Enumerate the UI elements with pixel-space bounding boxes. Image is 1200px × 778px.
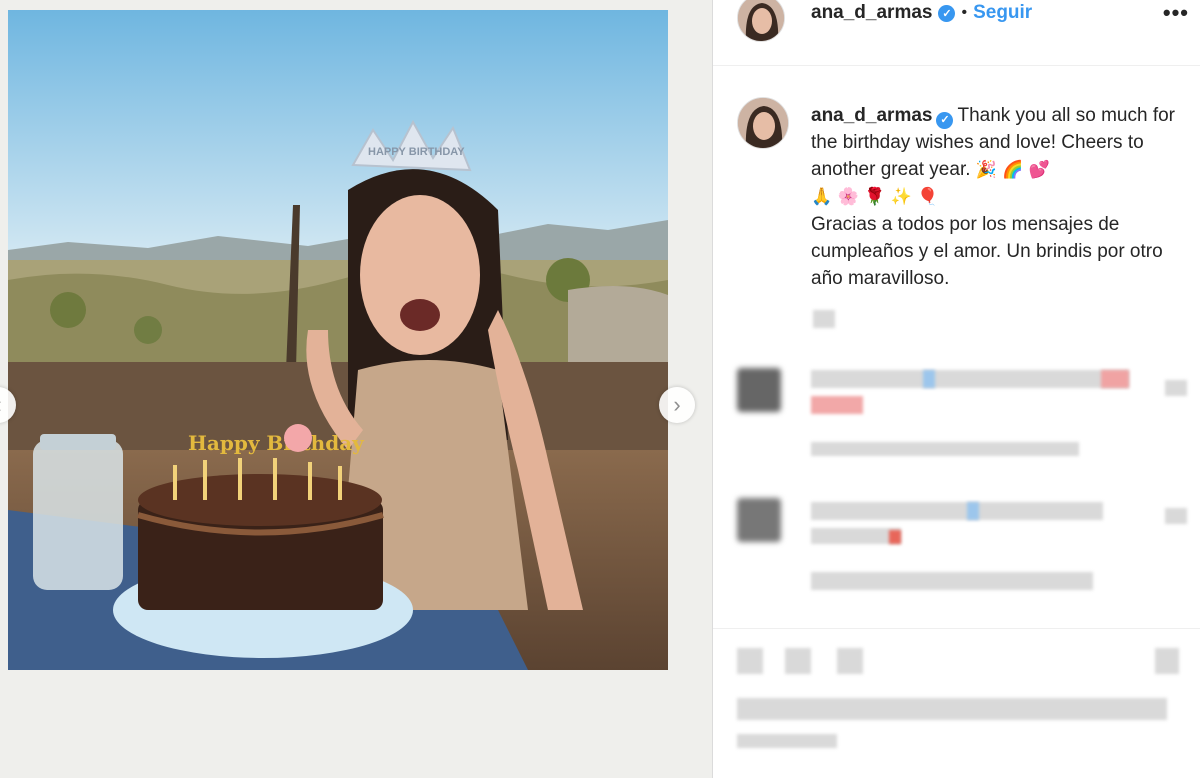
share-icon-redacted[interactable] [837, 648, 863, 674]
verified-badge-icon: ✓ [936, 112, 954, 129]
caption-emojis-1: 🎉 🌈 💕 [975, 160, 1051, 180]
comment-text-redacted [811, 396, 863, 414]
comment-avatar [737, 368, 781, 412]
chevron-right-icon: › [673, 392, 681, 417]
avatar-image [738, 0, 784, 41]
follow-button[interactable]: Seguir [973, 2, 1032, 24]
author-username[interactable]: ana_d_armas [811, 2, 932, 24]
save-icon-redacted[interactable] [1155, 648, 1179, 674]
post-photo[interactable]: HAPPY BIRTHDAY Happy Birthday [8, 10, 668, 670]
comment-like-redacted [1165, 380, 1187, 396]
verified-badge-icon: ✓ [938, 4, 956, 22]
caption-emojis-2: 🙏 🌸 🌹 ✨ 🎈 [811, 187, 939, 207]
caption-timestamp-redacted [813, 310, 835, 328]
birthday-photo-illustration: HAPPY BIRTHDAY Happy Birthday [8, 10, 668, 670]
comment-text-redacted [811, 370, 1129, 388]
header-user-line: ana_d_armas ✓ • Seguir [811, 2, 1032, 24]
comment-text-redacted [923, 370, 935, 388]
media-pane: HAPPY BIRTHDAY Happy Birthday ‹ [0, 0, 712, 778]
next-photo-button[interactable]: › [659, 387, 695, 423]
post-header: ana_d_armas ✓ • Seguir ••• [713, 0, 1200, 66]
like-icon-redacted[interactable] [737, 648, 763, 674]
comment-text-redacted [811, 502, 1103, 520]
caption-author-avatar[interactable] [737, 97, 789, 149]
post-date-redacted [737, 734, 837, 748]
avatar-image [738, 98, 788, 148]
author-avatar[interactable] [737, 0, 785, 42]
cake-topper-text: Happy Birthday [188, 431, 365, 455]
likes-count-redacted [737, 698, 1167, 720]
comment-avatar [737, 498, 781, 542]
comment-like-redacted [1165, 508, 1187, 524]
crown-text: HAPPY BIRTHDAY [368, 146, 465, 158]
comment-meta-redacted [811, 572, 1093, 590]
comment-text-redacted [967, 502, 979, 520]
post-caption: ana_d_armas ✓ Thank you all so much for th… [811, 102, 1191, 292]
more-options-icon[interactable]: ••• [1163, 0, 1189, 26]
separator-dot: • [961, 4, 968, 21]
comment-meta-redacted [811, 442, 1079, 456]
caption-text-es: Gracias a todos por los mensajes de cump… [811, 214, 1163, 289]
comment-text-redacted [889, 530, 901, 544]
divider [713, 628, 1200, 629]
post-panel: ana_d_armas ✓ • Seguir ••• ana_d_armas ✓ T… [712, 0, 1200, 778]
caption-username[interactable]: ana_d_armas [811, 105, 932, 126]
chevron-left-icon: ‹ [0, 394, 2, 416]
comment-text-redacted [1101, 370, 1129, 388]
comment-text-redacted [811, 528, 901, 544]
caption-en: ana_d_armas ✓ Thank you all so much for th… [811, 102, 1191, 184]
comment-icon-redacted[interactable] [785, 648, 811, 674]
